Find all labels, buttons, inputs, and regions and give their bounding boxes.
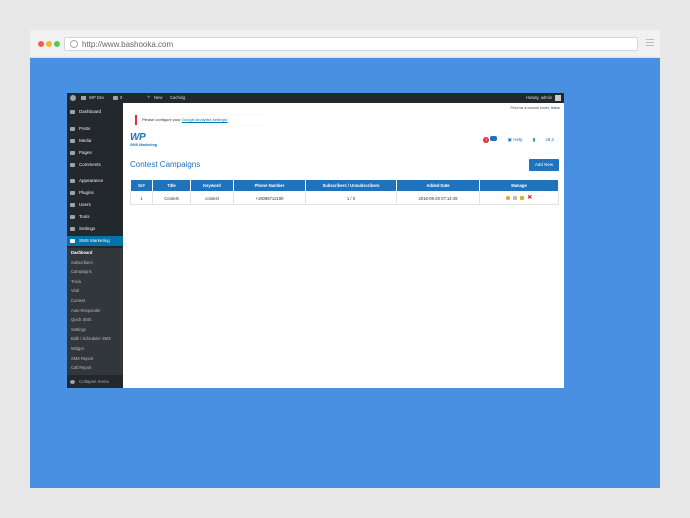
browser-toolbar: http://www.bashooka.com xyxy=(30,30,660,58)
plugin-logo: WP SMS Marketing xyxy=(130,133,164,151)
collapse-menu-button[interactable]: Collapse menu xyxy=(67,377,123,387)
site-name-link[interactable]: WP Dev xyxy=(89,93,104,103)
comment-icon xyxy=(70,163,75,167)
edit-pencil-icon[interactable] xyxy=(520,196,525,201)
cell-keyword: contest xyxy=(190,191,234,205)
sidebar-item-tools[interactable]: Tools xyxy=(67,212,123,222)
submenu-item-widget[interactable]: Widget xyxy=(67,344,123,354)
sidebar-item-users[interactable]: Users xyxy=(67,200,123,210)
admin-sidebar: Dashboard Posts Media Pages Comments App… xyxy=(67,103,123,388)
notification-badge[interactable]: 2 xyxy=(483,137,490,143)
version-label: v8.2 xyxy=(545,137,554,142)
submenu-item-viral[interactable]: Viral xyxy=(67,286,123,296)
sidebar-item-plugins[interactable]: Plugins xyxy=(67,188,123,198)
header-tagline: Find me a cocoon hover, fellow xyxy=(510,106,560,110)
export-icon[interactable] xyxy=(512,196,517,201)
sidebar-item-dashboard[interactable]: Dashboard xyxy=(67,107,123,117)
column-header-sr[interactable]: Sr# xyxy=(130,179,153,192)
submenu-item-settings[interactable]: Settings xyxy=(67,325,123,335)
comment-bubble-icon[interactable] xyxy=(113,96,118,100)
page-title: Contest Campaigns xyxy=(130,160,201,169)
cell-manage: ✖ xyxy=(479,191,559,205)
delete-icon[interactable]: ✖ xyxy=(527,195,532,201)
submenu-item-auto-responder[interactable]: Auto Responder xyxy=(67,306,123,316)
cell-title: Contest xyxy=(152,191,191,205)
column-header-keyword[interactable]: Keyword xyxy=(190,179,234,192)
user-icon xyxy=(70,203,75,207)
submenu-item-dashboard[interactable]: Dashboard xyxy=(67,248,123,258)
maximize-window-button[interactable] xyxy=(54,41,60,47)
help-icon: ▣ xyxy=(507,137,512,142)
avatar[interactable] xyxy=(555,95,561,101)
logo-mark: WP xyxy=(130,132,146,143)
help-link[interactable]: ▣ Help xyxy=(508,137,523,142)
logo-subtitle: SMS Marketing xyxy=(130,143,158,147)
sms-marketing-submenu: Dashboard Subscribers Campaigns Trivia V… xyxy=(67,248,123,375)
sms-icon xyxy=(70,239,75,243)
column-header-manage: Manage xyxy=(479,179,559,192)
table-header-row: Sr# Title Keyword Phone Number Subscribe… xyxy=(130,179,559,192)
brush-icon xyxy=(70,179,75,183)
pin-icon xyxy=(70,127,75,131)
add-new-button[interactable]: Add New xyxy=(529,159,559,171)
sidebar-item-settings[interactable]: Settings xyxy=(67,224,123,234)
collapse-arrow-icon xyxy=(70,380,75,384)
admin-bar: WP Dev 0 + New Caching Howdy, admin xyxy=(67,93,564,103)
account-greeting[interactable]: Howdy, admin xyxy=(526,93,552,103)
comments-count: 0 xyxy=(120,95,123,100)
column-header-added-date[interactable]: Added Date xyxy=(396,179,480,192)
sidebar-item-appearance[interactable]: Appearance xyxy=(67,176,123,186)
plus-icon: + xyxy=(147,95,151,101)
table-row: 1 Contest contest +15096712190 1 / 0 201… xyxy=(130,191,559,205)
column-header-phone[interactable]: Phone Number xyxy=(233,179,306,192)
page-icon xyxy=(70,151,75,155)
site-info-icon xyxy=(70,40,78,48)
document-icon[interactable]: ▮ xyxy=(533,137,535,142)
sidebar-item-posts[interactable]: Posts xyxy=(67,124,123,134)
sidebar-item-media[interactable]: Media xyxy=(67,136,123,146)
sidebar-item-comments[interactable]: Comments xyxy=(67,160,123,170)
analytics-notice: Please configure your Google Analytics s… xyxy=(135,115,265,125)
wordpress-logo-icon[interactable] xyxy=(70,95,76,101)
url-text: http://www.bashooka.com xyxy=(82,40,174,49)
submenu-item-trivia[interactable]: Trivia xyxy=(67,277,123,287)
submenu-item-call-report[interactable]: Call Report xyxy=(67,363,123,373)
cell-added-date: 2018-06-20 07:14:49 xyxy=(396,191,480,205)
home-icon xyxy=(81,96,86,100)
dashboard-icon xyxy=(70,110,75,114)
wrench-icon xyxy=(70,215,75,219)
close-window-button[interactable] xyxy=(38,41,44,47)
sidebar-item-pages[interactable]: Pages xyxy=(67,148,123,158)
submenu-item-quick-sms[interactable]: Quick SMS xyxy=(67,315,123,325)
submenu-item-contest[interactable]: Contest xyxy=(67,296,123,306)
cell-sr: 1 xyxy=(130,191,153,205)
caching-link[interactable]: Caching xyxy=(170,93,185,103)
submenu-item-campaigns[interactable]: Campaigns xyxy=(67,267,123,277)
submenu-item-bulk-scheduler[interactable]: Bulk / Scheduler SMS xyxy=(67,334,123,344)
analytics-settings-link[interactable]: Google Analytics settings! xyxy=(182,117,228,122)
submenu-item-subscribers[interactable]: Subscribers xyxy=(67,258,123,268)
notice-text: Please configure your xyxy=(142,117,181,122)
main-content: Find me a cocoon hover, fellow Please co… xyxy=(123,103,564,388)
wordpress-admin-screen: WP Dev 0 + New Caching Howdy, admin Dash… xyxy=(67,93,564,388)
settings-icon xyxy=(70,227,75,231)
chat-icon[interactable] xyxy=(490,136,498,141)
sidebar-item-sms-marketing[interactable]: SMS Marketing xyxy=(67,236,123,246)
campaigns-table: Sr# Title Keyword Phone Number Subscribe… xyxy=(130,179,559,205)
new-content-link[interactable]: New xyxy=(154,93,162,103)
header-actions: 2 ▣ Help ▮ v8.2 xyxy=(474,136,554,143)
view-icon[interactable] xyxy=(505,196,510,201)
media-icon xyxy=(70,139,75,143)
column-header-title[interactable]: Title xyxy=(152,179,191,192)
cell-phone: +15096712190 xyxy=(233,191,306,205)
hamburger-menu-icon[interactable] xyxy=(646,39,654,48)
column-header-subscribers[interactable]: Subscribers / Unsubscribers xyxy=(305,179,397,192)
address-bar[interactable]: http://www.bashooka.com xyxy=(64,37,638,51)
submenu-item-sms-report[interactable]: SMS Report xyxy=(67,354,123,364)
cell-subscribers: 1 / 0 xyxy=(305,191,397,205)
minimize-window-button[interactable] xyxy=(46,41,52,47)
plugin-icon xyxy=(70,191,75,195)
